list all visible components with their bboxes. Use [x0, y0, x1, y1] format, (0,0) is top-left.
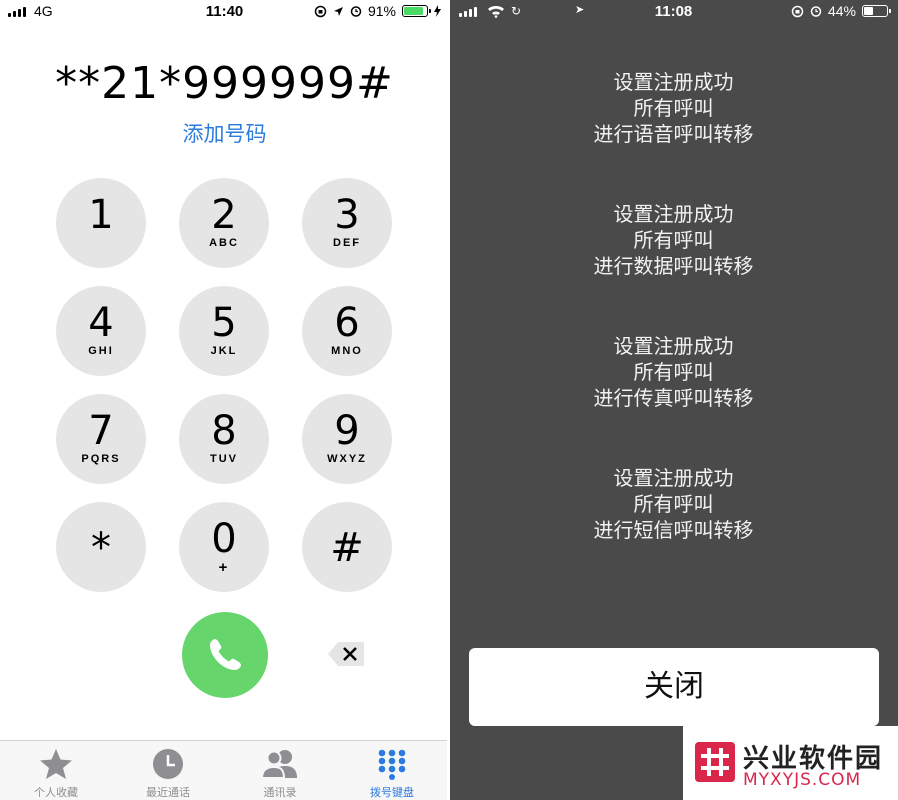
clock-icon — [153, 749, 183, 779]
message-sms: 设置注册成功 所有呼叫 进行短信呼叫转移 — [593, 468, 754, 542]
rotation-lock-icon — [791, 5, 804, 17]
key-4[interactable]: 4 GHI — [56, 286, 146, 376]
star-icon — [40, 749, 72, 779]
add-number-link[interactable]: 添加号码 — [0, 118, 449, 148]
watermark-url: MYXYJS.COM — [743, 770, 862, 790]
status-bar: 4G 11:40 91% — [0, 0, 449, 24]
battery-percent: 91% — [367, 3, 396, 19]
key-9[interactable]: 9 WXYZ — [302, 394, 392, 484]
dialed-number: **21*999999# — [55, 58, 394, 109]
panel-divider — [447, 0, 450, 800]
rotation-lock-icon — [314, 5, 327, 17]
key-2[interactable]: 2 ABC — [179, 178, 269, 268]
tab-favorites[interactable]: 个人收藏 — [0, 741, 112, 800]
battery-icon — [402, 5, 431, 17]
message-fax: 设置注册成功 所有呼叫 进行传真呼叫转移 — [593, 336, 754, 410]
message-data: 设置注册成功 所有呼叫 进行数据呼叫转移 — [593, 204, 754, 278]
key-5[interactable]: 5 JKL — [179, 286, 269, 376]
watermark: 兴业软件园 MYXYJS.COM — [683, 726, 898, 800]
tab-keypad[interactable]: 拨号键盘 — [336, 741, 448, 800]
key-star[interactable]: * — [56, 502, 146, 592]
forwarding-result-screen: ↻ ➤ 11:08 44% 设置注册成功 所有呼叫 进行语音呼叫转移 设置注册成… — [449, 0, 898, 800]
tab-recents[interactable]: 最近通话 — [112, 741, 224, 800]
call-button[interactable] — [182, 612, 268, 698]
site-logo — [695, 742, 735, 782]
key-0[interactable]: 0 + — [179, 502, 269, 592]
close-button[interactable]: 关闭 — [469, 648, 879, 726]
key-3[interactable]: 3 DEF — [302, 178, 392, 268]
phone-icon — [210, 639, 241, 670]
contacts-icon — [260, 750, 297, 779]
tab-bar: 个人收藏 最近通话 通讯录 拨号键盘 — [0, 740, 449, 800]
alarm-icon — [350, 6, 362, 17]
dialer-screen: 4G 11:40 91% **21*999999# 添加号码 1 2 ABC 3D… — [0, 0, 449, 800]
key-1[interactable]: 1 — [56, 178, 146, 268]
status-bar-right: ↻ ➤ 11:08 44% — [449, 0, 898, 24]
battery-icon — [862, 5, 891, 17]
delete-button[interactable] — [326, 640, 366, 668]
key-hash[interactable]: # — [302, 502, 392, 592]
key-6[interactable]: 6 MNO — [302, 286, 392, 376]
backspace-icon — [328, 642, 364, 666]
battery-percent-right: 44% — [827, 3, 856, 19]
tab-contacts[interactable]: 通讯录 — [224, 741, 336, 800]
keypad-icon — [378, 749, 406, 780]
screenshot-root: 4G 11:40 91% **21*999999# 添加号码 1 2 ABC 3D… — [0, 0, 898, 800]
key-8[interactable]: 8 TUV — [179, 394, 269, 484]
key-7[interactable]: 7 PQRS — [56, 394, 146, 484]
alarm-icon — [810, 6, 822, 17]
message-voice: 设置注册成功 所有呼叫 进行语音呼叫转移 — [593, 72, 754, 146]
location-icon — [333, 6, 343, 16]
charging-icon — [434, 5, 441, 17]
